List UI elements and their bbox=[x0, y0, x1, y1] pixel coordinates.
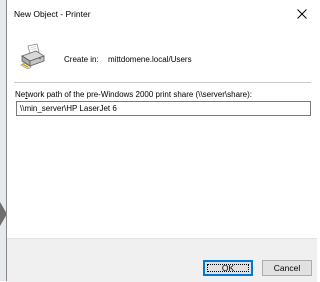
cancel-button[interactable]: Cancel bbox=[262, 260, 312, 276]
cancel-button-label: Cancel bbox=[273, 263, 301, 273]
button-bar: OK Cancel bbox=[7, 238, 317, 282]
window-title: New Object - Printer bbox=[14, 9, 91, 19]
network-path-label-prefix: Ne bbox=[15, 90, 26, 99]
dialog-content: Create in: mittdomene.local/Users Networ… bbox=[7, 30, 317, 238]
create-in-label: Create in: bbox=[64, 55, 99, 64]
close-icon bbox=[297, 9, 307, 21]
ok-button[interactable]: OK bbox=[203, 260, 253, 276]
create-in-path: mittdomene.local/Users bbox=[108, 55, 192, 64]
close-button[interactable] bbox=[289, 2, 315, 28]
network-path-input[interactable] bbox=[16, 101, 311, 116]
network-path-label-suffix: work path of the pre-Windows 2000 print … bbox=[27, 90, 253, 99]
printer-icon bbox=[20, 43, 46, 70]
title-bar: New Object - Printer bbox=[7, 0, 317, 30]
network-path-label: Network path of the pre-Windows 2000 pri… bbox=[15, 90, 252, 99]
new-object-printer-dialog: New Object - Printer Create in: mittdome… bbox=[6, 0, 317, 282]
ok-button-label: OK bbox=[221, 263, 235, 273]
separator bbox=[14, 82, 311, 83]
